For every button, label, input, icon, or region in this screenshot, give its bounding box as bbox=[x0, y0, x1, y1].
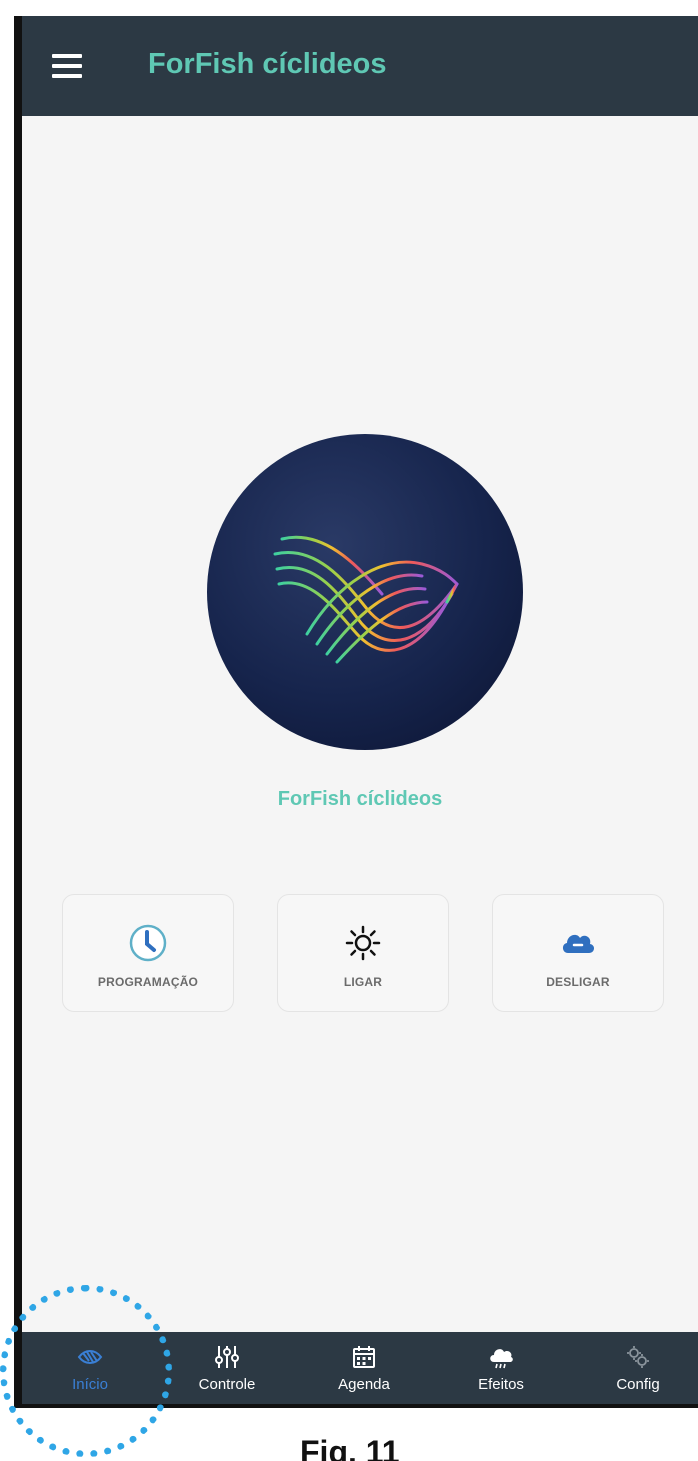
sun-icon bbox=[345, 925, 381, 961]
logo-caption: ForFish cíclideos bbox=[277, 788, 443, 810]
brand-logo bbox=[207, 434, 523, 750]
storm-cloud-icon bbox=[490, 1349, 513, 1369]
clock-icon bbox=[129, 924, 167, 962]
sliders-icon bbox=[215, 1346, 239, 1368]
gears-icon bbox=[627, 1346, 649, 1368]
nav-control[interactable]: Controle bbox=[167, 1332, 287, 1404]
phone-frame: ForFish cíclideos ForFish cíclideos PROG… bbox=[14, 16, 698, 1408]
turn-off-button[interactable]: DESLIGAR bbox=[492, 894, 664, 1012]
nav-effects[interactable]: Efeitos bbox=[441, 1332, 561, 1404]
nav-settings[interactable]: Config bbox=[578, 1332, 698, 1404]
nav-control-label: Controle bbox=[198, 1376, 256, 1393]
highlight-circle bbox=[0, 1285, 172, 1457]
app-bar: ForFish cíclideos bbox=[22, 16, 698, 116]
cloud-icon bbox=[562, 934, 595, 953]
nav-settings-label: Config bbox=[616, 1376, 660, 1393]
nav-schedule-label: Agenda bbox=[338, 1376, 390, 1393]
turn-on-label: LIGAR bbox=[343, 975, 383, 989]
app-screen: ForFish cíclideos ForFish cíclideos PROG… bbox=[22, 16, 698, 1404]
schedule-button[interactable]: PROGRAMAÇÃO bbox=[62, 894, 234, 1012]
fish-logo-icon bbox=[273, 535, 459, 664]
turn-on-button[interactable]: LIGAR bbox=[277, 894, 449, 1012]
turn-off-label: DESLIGAR bbox=[546, 975, 610, 989]
nav-schedule[interactable]: Agenda bbox=[304, 1332, 424, 1404]
figure-caption: Fig. 11 bbox=[300, 1434, 400, 1461]
calendar-icon bbox=[353, 1346, 375, 1368]
nav-effects-label: Efeitos bbox=[478, 1376, 524, 1393]
app-title: ForFish cíclideos bbox=[148, 48, 387, 80]
schedule-label: PROGRAMAÇÃO bbox=[97, 975, 199, 989]
hamburger-menu-icon[interactable] bbox=[52, 54, 82, 78]
